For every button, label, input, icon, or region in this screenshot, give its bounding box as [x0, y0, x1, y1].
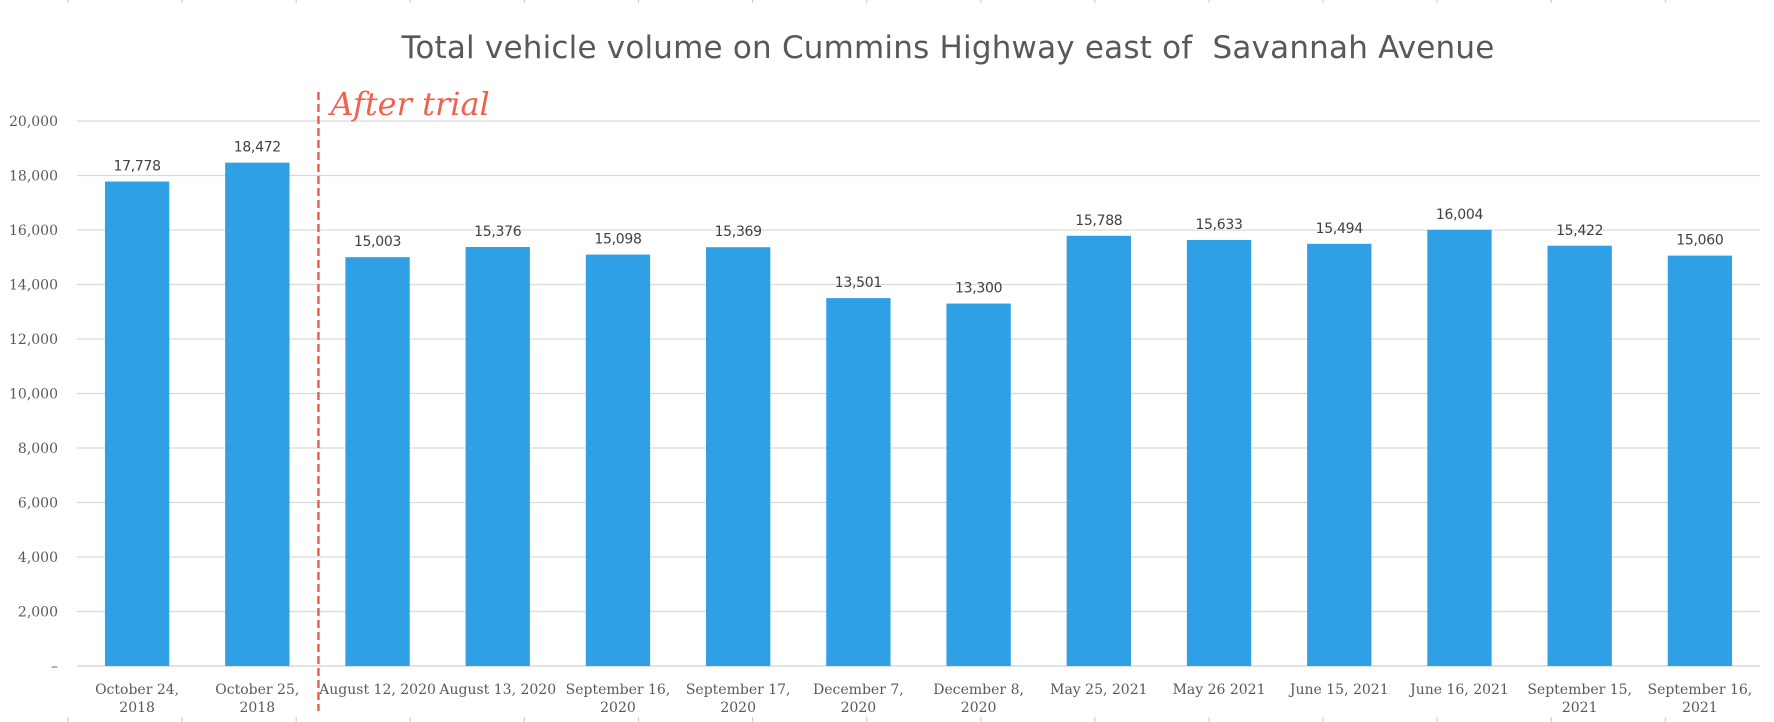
x-tick-label-line: 2018	[119, 700, 155, 716]
data-label: 15,788	[1075, 213, 1122, 229]
data-label: 15,376	[474, 224, 522, 240]
bar	[225, 162, 290, 666]
data-label: 15,422	[1556, 223, 1603, 239]
y-tick-label: 4,000	[18, 550, 58, 566]
x-axis: October 24, 2018 October 25, 2018 August 12,…	[95, 682, 1752, 716]
y-tick-label: 6,000	[18, 496, 58, 512]
bars	[104, 162, 1733, 667]
x-tick-label-line: May 26 2021	[1173, 682, 1266, 698]
y-tick-label: 14,000	[9, 278, 58, 294]
x-tick-label: October 25, 2018	[215, 682, 299, 716]
y-axis: – 2,000 4,000 6,000 8,000 10,000 12,000 14,000 1…	[9, 114, 58, 675]
x-tick-label: September 16, 2020	[566, 682, 671, 716]
x-tick-label-line: December 7,	[813, 682, 904, 698]
x-tick-label: September 15, 2021	[1527, 682, 1632, 716]
data-label: 18,472	[234, 140, 281, 156]
x-tick-label: October 24, 2018	[95, 682, 179, 716]
x-tick-label: December 7, 2020	[813, 682, 904, 716]
x-tick-label-line: August 12, 2020	[318, 682, 436, 698]
bar	[826, 298, 891, 666]
x-tick-label: August 13, 2020	[438, 682, 556, 698]
data-label: 15,060	[1676, 233, 1723, 249]
x-tick-label: September 17, 2020	[686, 682, 791, 716]
x-tick-label-line: August 13, 2020	[438, 682, 556, 698]
bar	[946, 303, 1011, 666]
x-tick-label-line: 2021	[1562, 700, 1598, 716]
after-trial-label: After trial	[327, 85, 489, 123]
bar	[1066, 235, 1131, 667]
data-label: 15,098	[594, 232, 641, 248]
bar	[706, 247, 771, 666]
x-tick-label-line: June 16, 2021	[1408, 682, 1509, 698]
bar	[1427, 229, 1492, 667]
bar	[585, 254, 651, 666]
y-tick-label: 12,000	[9, 332, 58, 348]
x-tick-label: June 15, 2021	[1288, 682, 1389, 698]
x-tick-label-line: 2020	[720, 700, 756, 716]
x-tick-label-line: 2020	[961, 700, 997, 716]
x-tick-label-line: 2020	[841, 700, 877, 716]
data-label: 15,494	[1316, 221, 1364, 237]
y-tick-label: 2,000	[18, 605, 58, 621]
bar	[1186, 240, 1252, 667]
x-tick-label-line: 2020	[600, 700, 636, 716]
data-label: 13,501	[835, 275, 882, 291]
x-tick-label-line: September 17,	[686, 682, 791, 698]
bar	[1667, 255, 1733, 667]
x-tick-label: December 8, 2020	[933, 682, 1024, 716]
data-label: 13,300	[955, 281, 1002, 297]
bar	[1547, 245, 1612, 667]
x-tick-label: August 12, 2020	[318, 682, 436, 698]
x-tick-label-line: June 15, 2021	[1288, 682, 1389, 698]
bar	[104, 181, 170, 666]
x-tick-label-line: October 24,	[95, 682, 179, 698]
data-label: 15,633	[1195, 217, 1242, 233]
y-tick-label: 16,000	[9, 223, 58, 239]
bar-chart: Total vehicle volume on Cummins Highway …	[9, 0, 1760, 722]
y-tick-label: 8,000	[18, 441, 58, 457]
y-tick-label: 18,000	[9, 169, 58, 185]
x-tick-label: September 16, 2021	[1648, 682, 1753, 716]
x-tick-label: June 16, 2021	[1408, 682, 1509, 698]
data-label: 15,369	[715, 224, 762, 240]
chart-title: Total vehicle volume on Cummins Highway …	[400, 30, 1494, 66]
x-tick-label: May 25, 2021	[1050, 682, 1147, 698]
x-tick-label-line: May 25, 2021	[1050, 682, 1147, 698]
gridlines	[77, 120, 1760, 667]
y-tick-label: 10,000	[9, 387, 58, 403]
x-tick-label-line: 2021	[1682, 700, 1718, 716]
x-tick-label-line: September 15,	[1527, 682, 1632, 698]
x-tick-label-line: September 16,	[566, 682, 671, 698]
bar	[465, 247, 530, 666]
y-tick-label: 20,000	[9, 114, 58, 130]
data-label: 16,004	[1436, 207, 1484, 223]
x-tick-label-line: December 8,	[933, 682, 1024, 698]
data-label: 15,003	[354, 234, 401, 250]
data-label: 17,778	[114, 159, 161, 175]
bar	[1307, 243, 1372, 666]
y-tick-label: –	[51, 659, 58, 675]
x-tick-label-line: September 16,	[1648, 682, 1753, 698]
x-tick-label: May 26 2021	[1173, 682, 1266, 698]
bar	[345, 257, 410, 666]
x-tick-label-line: October 25,	[215, 682, 299, 698]
x-tick-label-line: 2018	[240, 700, 276, 716]
